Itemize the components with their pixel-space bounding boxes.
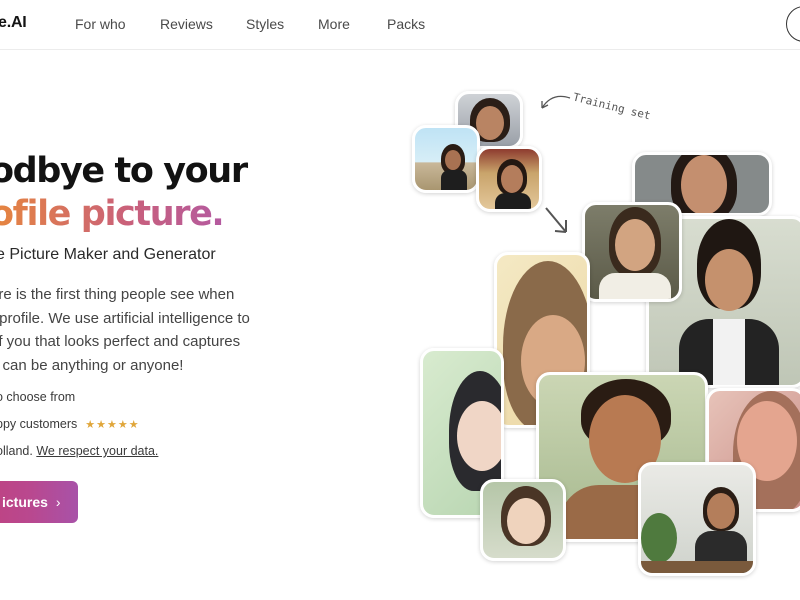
hero-title-line-1: odbye to your xyxy=(0,151,248,191)
curved-arrow-icon xyxy=(541,95,571,109)
description-line: ure is the first thing people see when xyxy=(0,286,235,303)
rating-stars-icon: ★★★★★ xyxy=(85,419,140,431)
training-set-label: Training set xyxy=(571,90,652,123)
fact-location: olland. We respect your data. xyxy=(0,444,158,458)
nav-link-packs[interactable]: Packs xyxy=(387,16,425,32)
fact-customers: ppy customers ★★★★★ xyxy=(0,417,140,431)
nav-link-more[interactable]: More xyxy=(318,16,350,32)
hero-description: ure is the first thing people see when r… xyxy=(0,283,250,377)
hero-subtitle: e Picture Maker and Generator xyxy=(0,246,216,263)
fact-choose: o choose from xyxy=(0,390,75,404)
logo[interactable]: e.AI xyxy=(0,14,27,32)
top-nav: e.AI For who Reviews Styles More Packs xyxy=(0,0,800,50)
cta-label: ictures xyxy=(2,494,48,510)
nav-link-reviews[interactable]: Reviews xyxy=(160,16,213,32)
arrow-down-right-icon xyxy=(545,207,567,233)
generated-photo xyxy=(480,479,566,561)
fact-choose-text: o choose from xyxy=(0,390,76,404)
nav-link-styles[interactable]: Styles xyxy=(246,16,284,32)
description-line: of you that looks perfect and captures xyxy=(0,333,241,350)
generated-photo xyxy=(582,202,682,302)
description-line: r profile. We use artificial intelligenc… xyxy=(0,309,250,327)
fact-location-text: olland. xyxy=(0,444,33,458)
training-photo xyxy=(476,146,542,212)
create-pictures-button[interactable]: ictures › xyxy=(0,481,78,523)
hero-title-line-2: ofile picture. xyxy=(0,197,225,232)
privacy-link[interactable]: We respect your data. xyxy=(36,444,158,458)
fact-customers-text: ppy customers xyxy=(0,417,78,431)
nav-link-for-who[interactable]: For who xyxy=(75,16,126,32)
login-button[interactable] xyxy=(786,6,800,42)
generated-photo xyxy=(638,462,756,576)
chevron-right-icon: › xyxy=(55,494,61,510)
description-line: u can be anything or anyone! xyxy=(0,356,184,374)
training-photo xyxy=(412,125,480,193)
